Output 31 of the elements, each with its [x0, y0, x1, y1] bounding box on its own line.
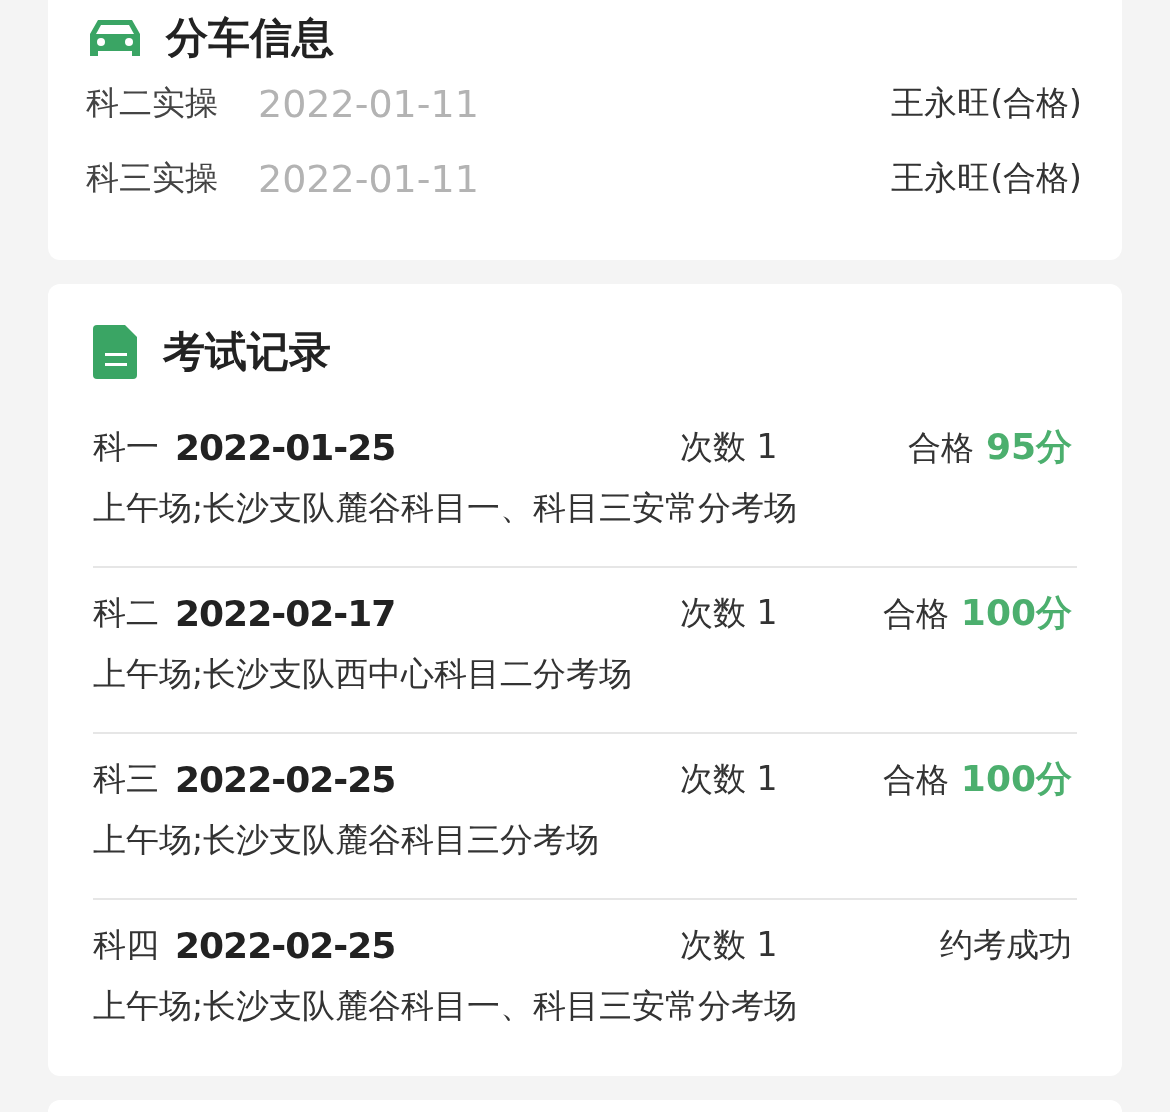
- attempt-count: 次数 1: [679, 923, 779, 966]
- exam-score: 100分: [960, 756, 1072, 801]
- exam-result: 合格: [907, 426, 974, 469]
- coach-name: 王永旺(合格): [891, 157, 1082, 199]
- exam-score: 95分: [985, 424, 1072, 469]
- exam-date: 2022-02-25: [175, 758, 397, 800]
- exam-date: 2022-02-17: [175, 592, 397, 634]
- exam-venue: 上午场;长沙支队麓谷科目一、科目三安常分考场: [93, 487, 799, 529]
- exam-venue: 上午场;长沙支队西中心科目二分考场: [93, 653, 634, 695]
- attempt-count: 次数 1: [679, 591, 779, 634]
- exam-venue: 上午场;长沙支队麓谷科目三分考场: [93, 819, 601, 861]
- row-date: 2022-01-11: [258, 81, 480, 126]
- row-label: 科三实操: [86, 157, 219, 199]
- subject-label: 科二: [93, 591, 159, 634]
- exam-result: 合格: [882, 758, 949, 801]
- exam-date: 2022-02-25: [175, 924, 397, 966]
- section-title: 考试记录: [163, 326, 331, 378]
- subject-label: 科三: [93, 757, 159, 800]
- section-title: 分车信息: [166, 12, 334, 64]
- subject-label: 科一: [93, 425, 159, 468]
- coach-name: 王永旺(合格): [891, 82, 1082, 124]
- exam-result: 合格: [882, 592, 949, 635]
- exam-venue: 上午场;长沙支队麓谷科目一、科目三安常分考场: [93, 985, 799, 1027]
- exam-result: 约考成功: [940, 923, 1072, 966]
- row-label: 科二实操: [86, 82, 219, 124]
- row-date: 2022-01-11: [258, 156, 480, 201]
- exam-score: 100分: [960, 590, 1072, 635]
- attempt-count: 次数 1: [679, 757, 779, 800]
- attempt-count: 次数 1: [679, 425, 779, 468]
- subject-label: 科四: [93, 923, 159, 966]
- exam-date: 2022-01-25: [175, 426, 397, 468]
